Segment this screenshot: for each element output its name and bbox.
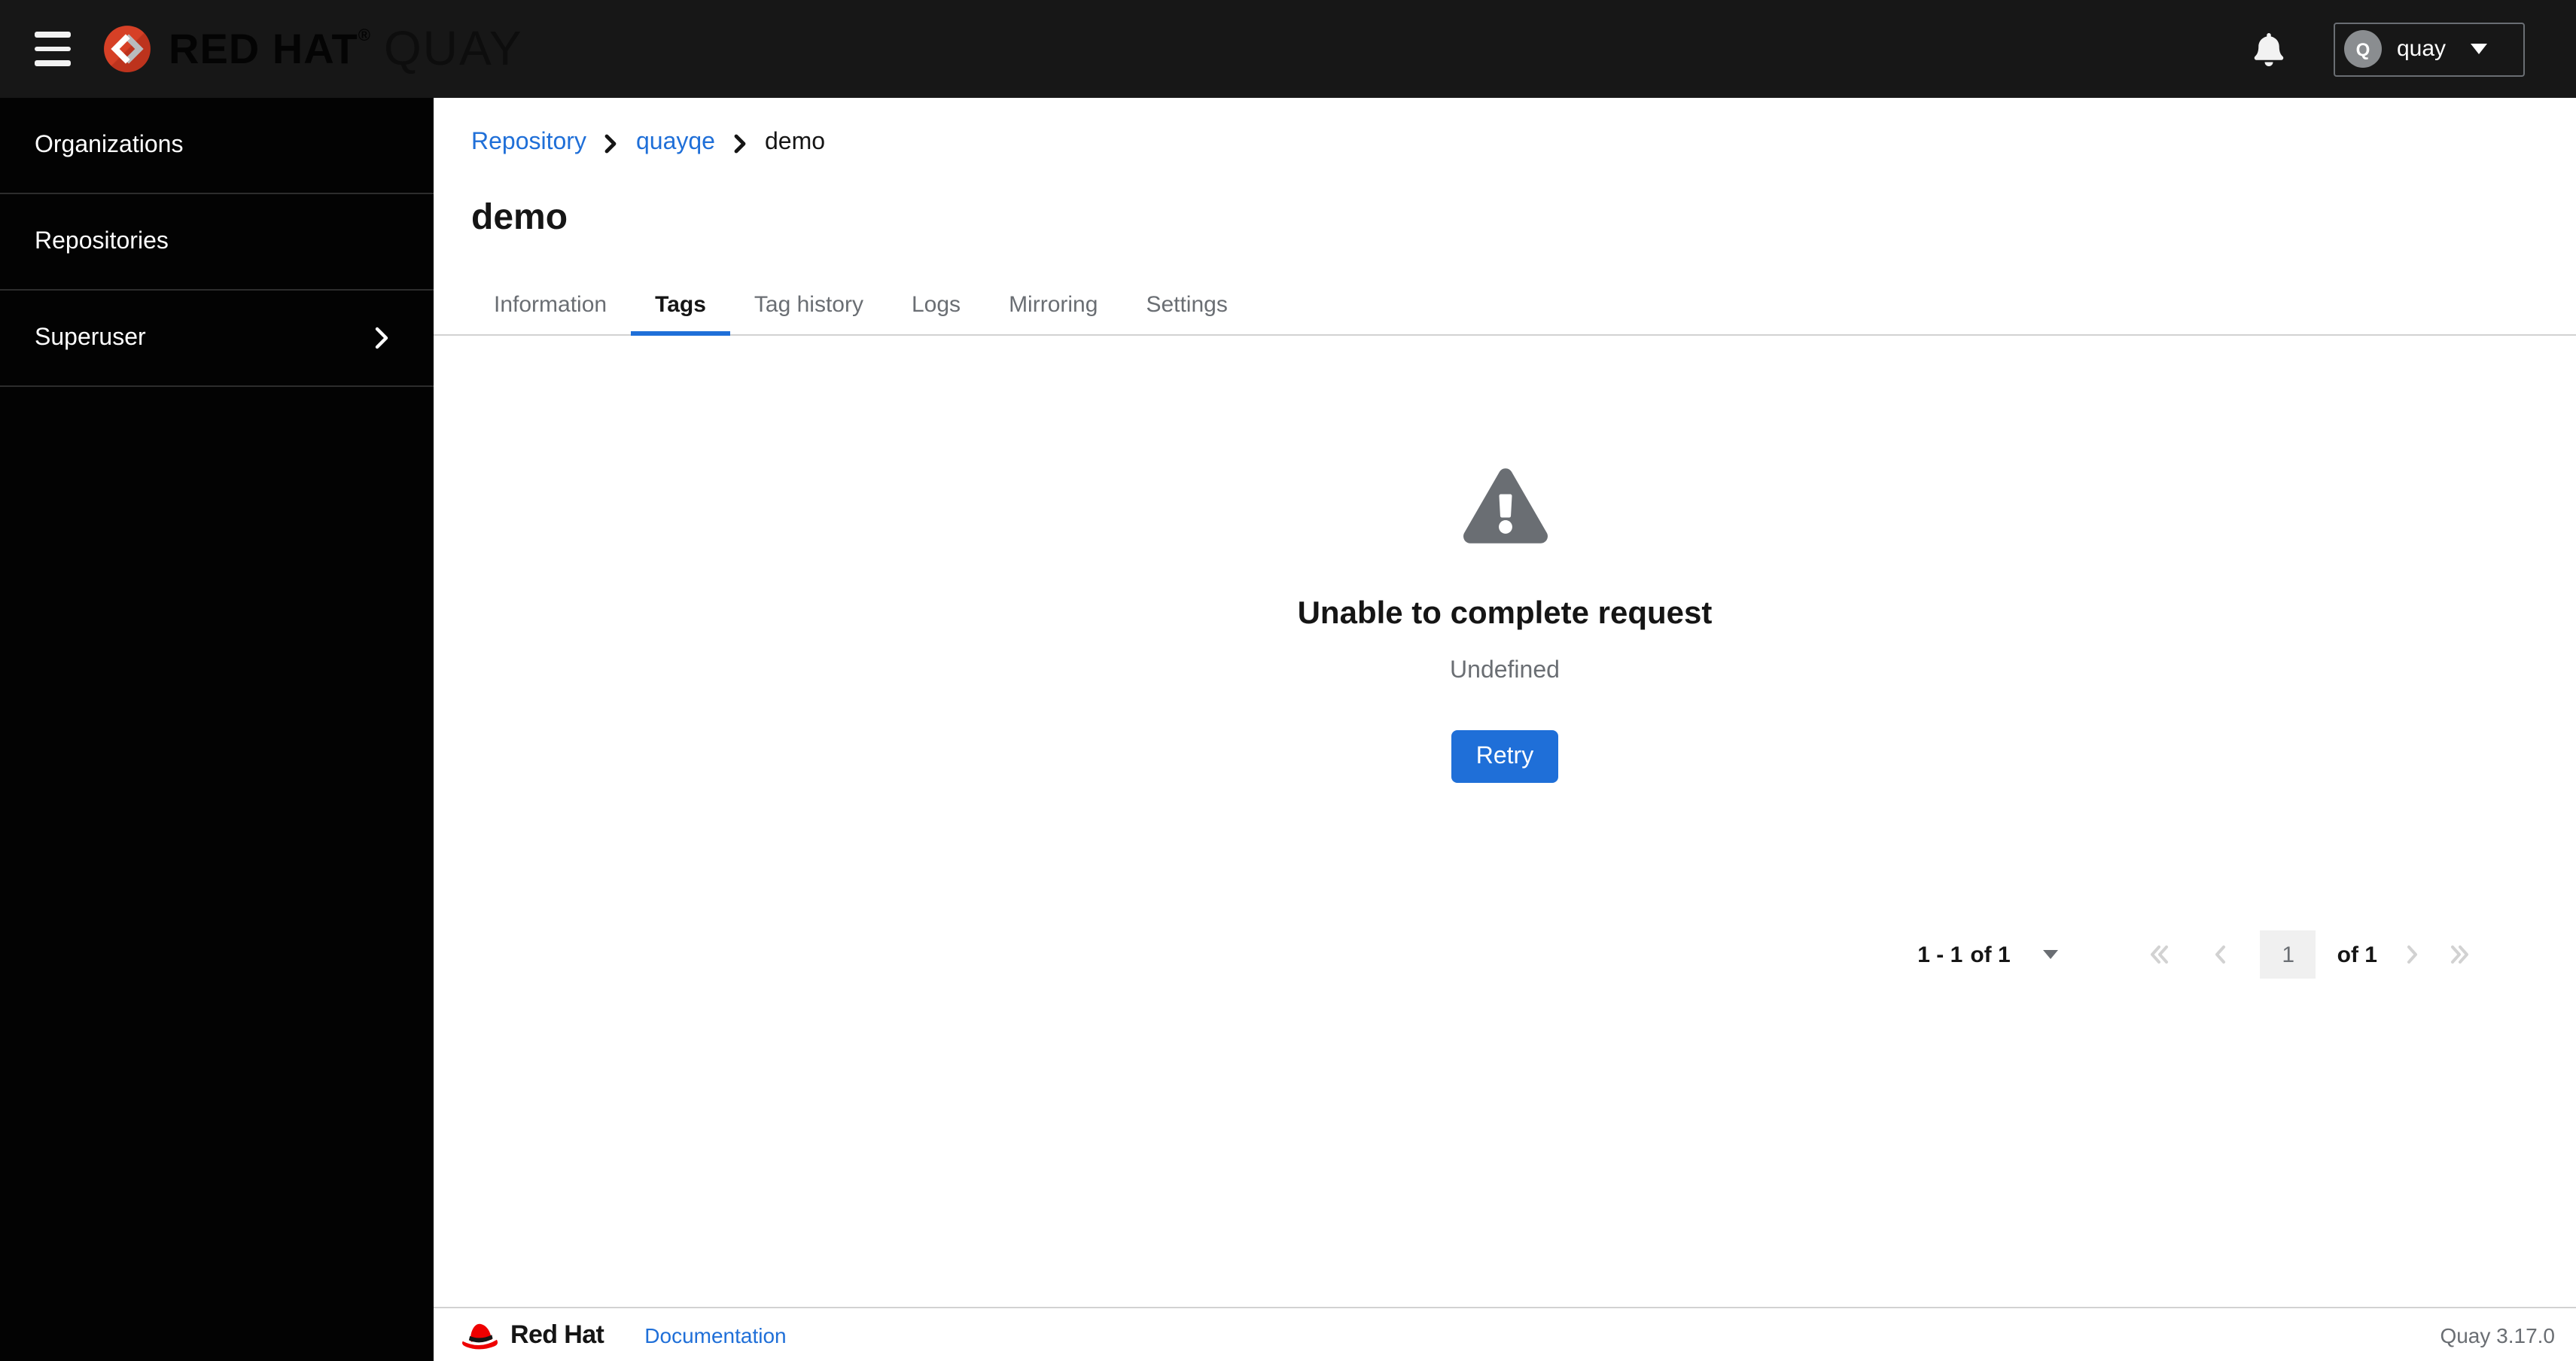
retry-button[interactable]: Retry <box>1451 730 1558 783</box>
pagination-range: 1 - 1 <box>1917 942 1963 967</box>
footer-brand-wordmark: Red Hat <box>510 1320 604 1348</box>
sidebar-item-label: Superuser <box>35 324 146 350</box>
chevron-right-icon <box>733 133 747 153</box>
pagination: 1 - 1 of 1 1 of 1 <box>434 930 2576 979</box>
pagination-total: of 1 <box>2337 942 2377 967</box>
tab-tags[interactable]: Tags <box>631 274 730 336</box>
quay-app: RED HAT ® QUAY Q quay Organizations Repo… <box>0 0 2576 1361</box>
chevron-right-icon <box>604 133 618 153</box>
breadcrumb: Repository quayqe demo <box>434 98 2576 157</box>
registered-mark: ® <box>358 26 370 44</box>
caret-down-icon <box>2043 950 2059 959</box>
previous-page-button[interactable] <box>2200 930 2240 979</box>
sidebar-item-repositories[interactable]: Repositories <box>0 194 434 291</box>
caret-down-icon <box>2470 44 2487 54</box>
brand-redhat-text: RED HAT <box>169 25 358 72</box>
brand-quay-text: QUAY <box>383 21 523 75</box>
error-empty-state: Unable to complete request Undefined Ret… <box>434 468 2576 783</box>
masthead-toolbar: Q quay <box>2246 22 2576 76</box>
sidebar-item-superuser[interactable]: Superuser <box>0 291 434 387</box>
user-avatar: Q <box>2344 30 2382 68</box>
nav-toggle-button[interactable] <box>15 14 84 84</box>
tab-information[interactable]: Information <box>470 274 631 334</box>
quay-gem-icon <box>104 26 151 72</box>
angle-right-icon <box>2407 945 2416 964</box>
tab-bar: Information Tags Tag history Logs Mirror… <box>434 274 2576 336</box>
breadcrumb-link-repository[interactable]: Repository <box>471 129 586 157</box>
angle-double-right-icon <box>2451 945 2468 964</box>
page-body: Organizations Repositories Superuser Rep… <box>0 98 2576 1361</box>
tab-logs[interactable]: Logs <box>888 274 985 334</box>
brand-wordmark: RED HAT ® QUAY <box>169 21 523 77</box>
empty-state-description: Undefined <box>1450 658 1560 684</box>
empty-state-title: Unable to complete request <box>1297 596 1713 631</box>
redhat-fedora-icon <box>462 1323 498 1350</box>
tab-mirroring[interactable]: Mirroring <box>985 274 1122 334</box>
breadcrumb-link-quayqe[interactable]: quayqe <box>636 129 715 157</box>
warning-triangle-icon <box>1463 468 1547 543</box>
last-page-button[interactable] <box>2441 930 2480 979</box>
footer: Red Hat Documentation Quay 3.17.0 <box>434 1307 2576 1361</box>
hamburger-icon <box>35 60 71 66</box>
pagination-nav: of 1 <box>2140 930 2480 979</box>
page-title: demo <box>471 197 568 238</box>
tab-tag-history[interactable]: Tag history <box>730 274 888 334</box>
hamburger-icon <box>35 46 71 52</box>
chevron-right-icon <box>375 327 388 349</box>
bell-icon <box>2254 32 2284 65</box>
tab-settings[interactable]: Settings <box>1122 274 1251 334</box>
sidebar-nav: Organizations Repositories Superuser <box>0 98 434 1361</box>
first-page-button[interactable] <box>2140 930 2179 979</box>
user-menu-button[interactable]: Q quay <box>2334 22 2525 76</box>
angle-left-icon <box>2215 945 2225 964</box>
masthead: RED HAT ® QUAY Q quay <box>0 0 2576 98</box>
sidebar-item-label: Organizations <box>35 132 184 157</box>
current-page-input[interactable] <box>2260 930 2316 979</box>
breadcrumb-current: demo <box>764 129 826 155</box>
notifications-button[interactable] <box>2246 26 2291 72</box>
app-version: Quay 3.17.0 <box>2440 1323 2555 1347</box>
documentation-link[interactable]: Documentation <box>644 1323 786 1347</box>
angle-double-left-icon <box>2151 945 2169 964</box>
per-page-menu-toggle[interactable]: 1 - 1 of 1 <box>1917 942 2059 967</box>
sidebar-item-organizations[interactable]: Organizations <box>0 98 434 194</box>
next-page-button[interactable] <box>2392 930 2431 979</box>
main-content: Repository quayqe demo demo Information … <box>434 98 2576 1361</box>
pagination-range-of: of 1 <box>1970 942 2011 967</box>
user-name: quay <box>2397 36 2447 62</box>
sidebar-item-label: Repositories <box>35 228 169 254</box>
brand-logo[interactable]: RED HAT ® QUAY <box>102 21 523 77</box>
hamburger-icon <box>35 32 71 38</box>
